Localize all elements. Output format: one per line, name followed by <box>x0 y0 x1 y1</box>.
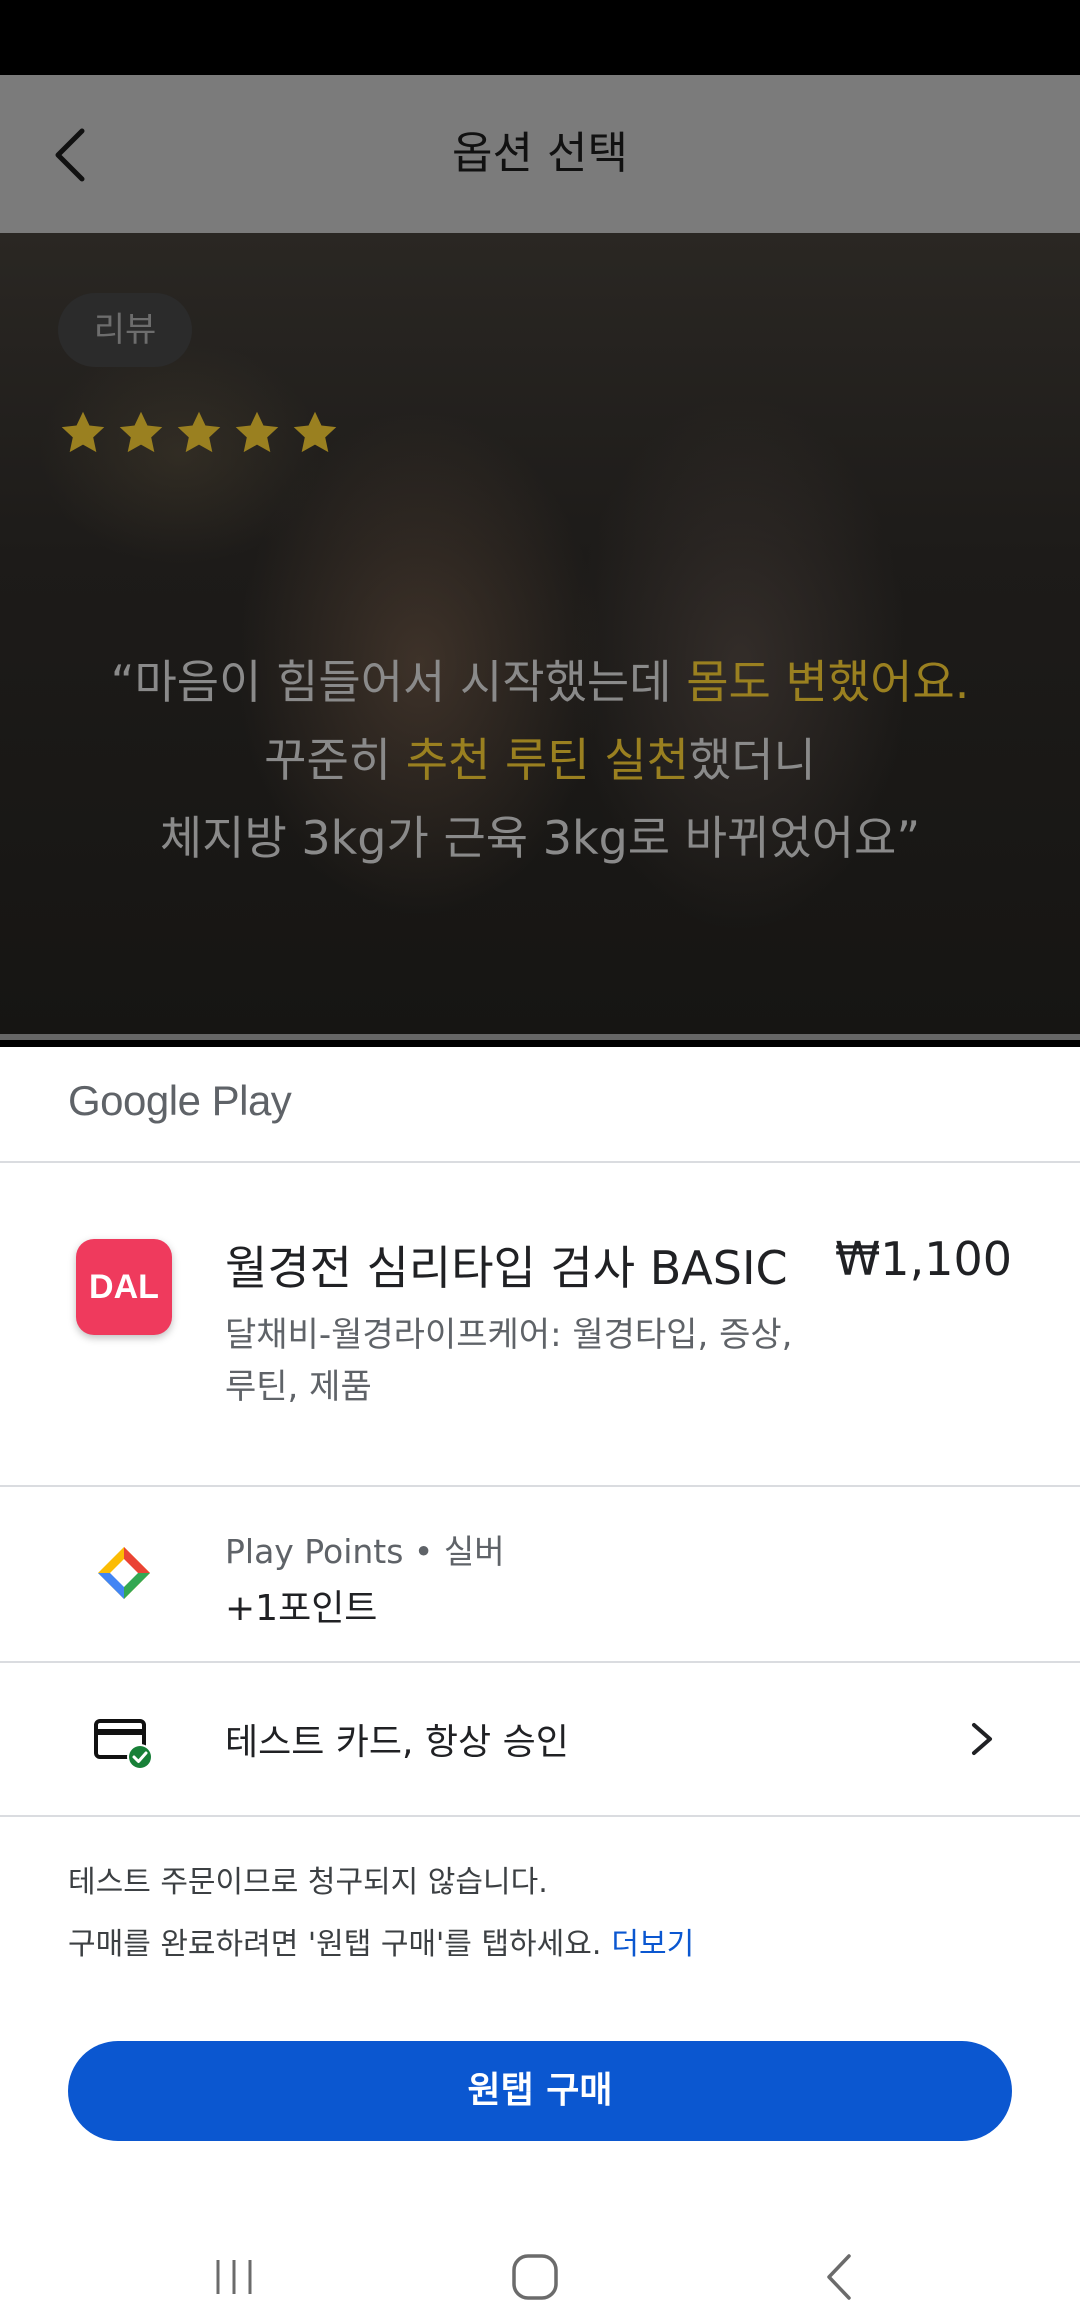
home-button[interactable] <box>500 2242 570 2312</box>
quote-highlight: 몸도 변했어요. <box>686 655 970 709</box>
quote-text: “마음이 힘들어서 시작했는데 <box>110 655 687 709</box>
purchase-instruction-note: 구매를 완료하려면 '원탭 구매'를 탭하세요. 더보기 <box>68 1919 694 1963</box>
divider <box>0 1485 1080 1487</box>
star-icon <box>235 411 279 453</box>
product-price: ₩1,100 <box>834 1232 1012 1286</box>
rating-stars <box>58 408 340 458</box>
recent-apps-button[interactable] <box>199 2242 269 2312</box>
star-icon <box>177 411 221 453</box>
divider <box>0 1815 1080 1817</box>
star-icon <box>61 411 105 453</box>
purchase-bottom-sheet: Google Play DAL 월경전 심리타입 검사 BASIC ₩1,100… <box>0 1047 1080 2316</box>
review-quote-line-1: “마음이 힘들어서 시작했는데 몸도 변했어요. <box>0 643 1080 721</box>
app-icon: DAL <box>76 1239 172 1335</box>
one-tap-buy-button[interactable]: 원탭 구매 <box>68 2041 1012 2141</box>
payment-method-row[interactable]: 테스트 카드, 항상 승인 <box>0 1663 1080 1815</box>
play-points-icon <box>98 1547 150 1599</box>
star-icon <box>293 411 337 453</box>
quote-text: 했더니 <box>688 733 816 787</box>
quote-text: 꾸준히 <box>264 733 406 787</box>
chevron-left-icon <box>55 128 85 182</box>
review-quote-line-3: 체지방 3kg가 근육 3kg로 바뀌었어요” <box>159 811 921 865</box>
instruction-text: 구매를 완료하려면 '원탭 구매'를 탭하세요. <box>68 1927 602 1962</box>
back-arrow-icon <box>827 2254 851 2300</box>
chevron-right-icon <box>972 1723 992 1755</box>
status-bar <box>0 0 1080 75</box>
product-title: 월경전 심리타입 검사 BASIC <box>225 1241 788 1295</box>
play-points-value: +1포인트 <box>225 1588 378 1629</box>
back-button[interactable] <box>30 115 110 195</box>
divider <box>0 1161 1080 1163</box>
credit-card-icon <box>94 1719 153 1770</box>
review-quote-line-2: 꾸준히 추천 루틴 실천했더니 <box>0 721 1080 799</box>
google-play-logo: Google Play <box>68 1077 292 1124</box>
quote-highlight: 추천 루틴 실천 <box>405 733 689 787</box>
system-back-button[interactable] <box>804 2242 874 2312</box>
learn-more-link[interactable]: 더보기 <box>611 1927 694 1962</box>
test-order-note: 테스트 주문이므로 청구되지 않습니다. <box>68 1865 548 1900</box>
payment-method-label: 테스트 카드, 항상 승인 <box>225 1722 569 1763</box>
review-badge: 리뷰 <box>58 293 192 367</box>
review-banner: 리뷰 “마음이 힘들어서 시작했는데 몸도 변했어요. 꾸준히 추천 루틴 실천… <box>0 233 1080 1040</box>
system-nav-bar <box>0 2232 1080 2316</box>
home-icon <box>512 2254 558 2300</box>
app-header: 옵션 선택 <box>0 75 1080 233</box>
star-icon <box>119 411 163 453</box>
play-points-label: Play Points • 실버 <box>225 1532 505 1571</box>
page-title: 옵션 선택 <box>452 128 628 179</box>
recent-apps-icon <box>216 2260 252 2294</box>
product-subtitle: 달채비-월경라이프케어: 월경타입, 증상, 루틴, 제품 <box>225 1315 793 1407</box>
divider <box>0 1034 1080 1040</box>
